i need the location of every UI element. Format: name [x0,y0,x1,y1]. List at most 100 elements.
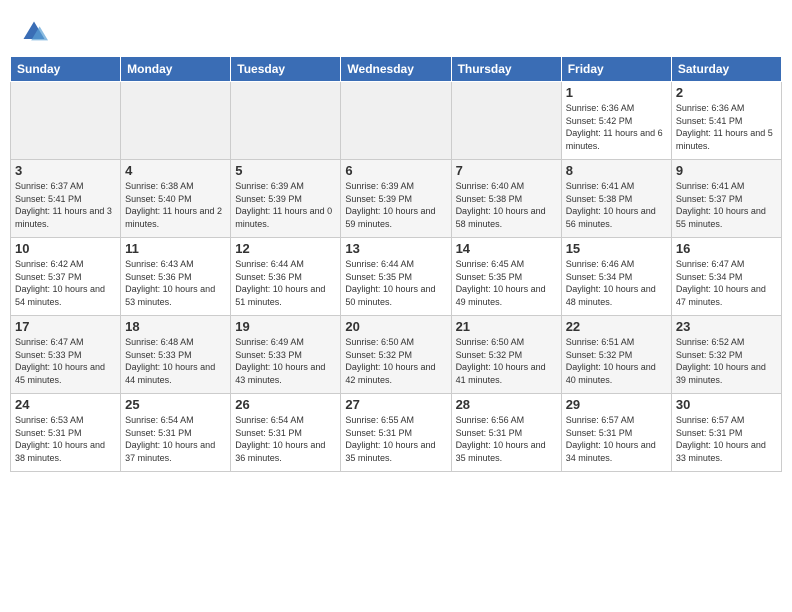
calendar-cell: 13 Sunrise: 6:44 AMSunset: 5:35 PMDayligh… [341,238,451,316]
calendar-cell: 16 Sunrise: 6:47 AMSunset: 5:34 PMDayligh… [671,238,781,316]
calendar-row: 1 Sunrise: 6:36 AMSunset: 5:42 PMDaylight… [11,82,782,160]
calendar-cell: 26 Sunrise: 6:54 AMSunset: 5:31 PMDayligh… [231,394,341,472]
day-info: Sunrise: 6:40 AMSunset: 5:38 PMDaylight:… [456,180,557,230]
day-number: 13 [345,241,446,256]
logo [20,18,52,46]
day-number: 28 [456,397,557,412]
calendar-cell: 3 Sunrise: 6:37 AMSunset: 5:41 PMDaylight… [11,160,121,238]
calendar-cell: 30Sunrise: 6:57 AMSunset: 5:31 PMDayligh… [671,394,781,472]
day-info: Sunrise: 6:46 AMSunset: 5:34 PMDaylight:… [566,258,667,308]
calendar-cell: 20 Sunrise: 6:50 AMSunset: 5:32 PMDayligh… [341,316,451,394]
day-info: Sunrise: 6:37 AMSunset: 5:41 PMDaylight:… [15,180,116,230]
day-info: Sunrise: 6:44 AMSunset: 5:35 PMDaylight:… [345,258,446,308]
calendar-cell: 8 Sunrise: 6:41 AMSunset: 5:38 PMDaylight… [561,160,671,238]
day-info: Sunrise: 6:43 AMSunset: 5:36 PMDaylight:… [125,258,226,308]
day-number: 29 [566,397,667,412]
calendar-cell: 23 Sunrise: 6:52 AMSunset: 5:32 PMDayligh… [671,316,781,394]
day-number: 5 [235,163,336,178]
day-info: Sunrise: 6:50 AMSunset: 5:32 PMDaylight:… [456,336,557,386]
calendar-cell: 12 Sunrise: 6:44 AMSunset: 5:36 PMDayligh… [231,238,341,316]
calendar-cell: 10Sunrise: 6:42 AMSunset: 5:37 PMDayligh… [11,238,121,316]
calendar-cell [121,82,231,160]
day-number: 10 [15,241,116,256]
day-number: 16 [676,241,777,256]
day-number: 26 [235,397,336,412]
day-info: Sunrise: 6:45 AMSunset: 5:35 PMDaylight:… [456,258,557,308]
day-info: Sunrise: 6:50 AMSunset: 5:32 PMDaylight:… [345,336,446,386]
day-info: Sunrise: 6:39 AMSunset: 5:39 PMDaylight:… [235,180,336,230]
day-number: 17 [15,319,116,334]
day-info: Sunrise: 6:53 AMSunset: 5:31 PMDaylight:… [15,414,116,464]
calendar-cell: 18 Sunrise: 6:48 AMSunset: 5:33 PMDayligh… [121,316,231,394]
calendar-cell: 27 Sunrise: 6:55 AMSunset: 5:31 PMDayligh… [341,394,451,472]
day-number: 18 [125,319,226,334]
calendar-cell: 15 Sunrise: 6:46 AMSunset: 5:34 PMDayligh… [561,238,671,316]
day-number: 21 [456,319,557,334]
calendar-cell: 4Sunrise: 6:38 AMSunset: 5:40 PMDaylight… [121,160,231,238]
calendar-header-monday: Monday [121,57,231,82]
day-info: Sunrise: 6:41 AMSunset: 5:37 PMDaylight:… [676,180,777,230]
day-info: Sunrise: 6:54 AMSunset: 5:31 PMDaylight:… [125,414,226,464]
calendar-cell: 24 Sunrise: 6:53 AMSunset: 5:31 PMDayligh… [11,394,121,472]
day-number: 15 [566,241,667,256]
day-number: 20 [345,319,446,334]
calendar-header-tuesday: Tuesday [231,57,341,82]
calendar-cell: 5 Sunrise: 6:39 AMSunset: 5:39 PMDaylight… [231,160,341,238]
day-info: Sunrise: 6:44 AMSunset: 5:36 PMDaylight:… [235,258,336,308]
day-info: Sunrise: 6:38 AMSunset: 5:40 PMDaylight:… [125,180,226,230]
day-info: Sunrise: 6:36 AMSunset: 5:42 PMDaylight:… [566,102,667,152]
calendar-cell: 14 Sunrise: 6:45 AMSunset: 5:35 PMDayligh… [451,238,561,316]
calendar-cell: 17 Sunrise: 6:47 AMSunset: 5:33 PMDayligh… [11,316,121,394]
day-info: Sunrise: 6:41 AMSunset: 5:38 PMDaylight:… [566,180,667,230]
day-number: 1 [566,85,667,100]
day-info: Sunrise: 6:47 AMSunset: 5:34 PMDaylight:… [676,258,777,308]
calendar-header-row: SundayMondayTuesdayWednesdayThursdayFrid… [11,57,782,82]
calendar-cell: 9 Sunrise: 6:41 AMSunset: 5:37 PMDaylight… [671,160,781,238]
day-number: 12 [235,241,336,256]
day-number: 24 [15,397,116,412]
day-info: Sunrise: 6:51 AMSunset: 5:32 PMDaylight:… [566,336,667,386]
calendar-row: 24 Sunrise: 6:53 AMSunset: 5:31 PMDayligh… [11,394,782,472]
day-number: 8 [566,163,667,178]
day-number: 19 [235,319,336,334]
calendar-header-wednesday: Wednesday [341,57,451,82]
calendar-header-friday: Friday [561,57,671,82]
day-info: Sunrise: 6:49 AMSunset: 5:33 PMDaylight:… [235,336,336,386]
calendar-header-thursday: Thursday [451,57,561,82]
calendar-cell [341,82,451,160]
calendar-cell: 1 Sunrise: 6:36 AMSunset: 5:42 PMDaylight… [561,82,671,160]
day-number: 30 [676,397,777,412]
calendar-cell: 11 Sunrise: 6:43 AMSunset: 5:36 PMDayligh… [121,238,231,316]
calendar-cell: 19 Sunrise: 6:49 AMSunset: 5:33 PMDayligh… [231,316,341,394]
day-number: 7 [456,163,557,178]
day-number: 14 [456,241,557,256]
day-info: Sunrise: 6:47 AMSunset: 5:33 PMDaylight:… [15,336,116,386]
calendar-cell: 2 Sunrise: 6:36 AMSunset: 5:41 PMDaylight… [671,82,781,160]
day-info: Sunrise: 6:52 AMSunset: 5:32 PMDaylight:… [676,336,777,386]
day-info: Sunrise: 6:57 AMSunset: 5:31 PMDaylight:… [566,414,667,464]
day-number: 23 [676,319,777,334]
day-info: Sunrise: 6:55 AMSunset: 5:31 PMDaylight:… [345,414,446,464]
day-info: Sunrise: 6:54 AMSunset: 5:31 PMDaylight:… [235,414,336,464]
calendar-table: SundayMondayTuesdayWednesdayThursdayFrid… [10,56,782,472]
calendar-cell: 25 Sunrise: 6:54 AMSunset: 5:31 PMDayligh… [121,394,231,472]
calendar-cell: 29 Sunrise: 6:57 AMSunset: 5:31 PMDayligh… [561,394,671,472]
calendar-header-sunday: Sunday [11,57,121,82]
day-number: 2 [676,85,777,100]
calendar-cell: 22Sunrise: 6:51 AMSunset: 5:32 PMDayligh… [561,316,671,394]
day-info: Sunrise: 6:56 AMSunset: 5:31 PMDaylight:… [456,414,557,464]
page-header [0,0,792,56]
day-info: Sunrise: 6:48 AMSunset: 5:33 PMDaylight:… [125,336,226,386]
calendar-row: 3 Sunrise: 6:37 AMSunset: 5:41 PMDaylight… [11,160,782,238]
day-number: 11 [125,241,226,256]
day-number: 3 [15,163,116,178]
calendar-cell: 21 Sunrise: 6:50 AMSunset: 5:32 PMDayligh… [451,316,561,394]
day-number: 9 [676,163,777,178]
calendar-header-saturday: Saturday [671,57,781,82]
day-number: 25 [125,397,226,412]
day-info: Sunrise: 6:39 AMSunset: 5:39 PMDaylight:… [345,180,446,230]
calendar-cell: 6Sunrise: 6:39 AMSunset: 5:39 PMDaylight… [341,160,451,238]
day-number: 27 [345,397,446,412]
calendar-row: 17 Sunrise: 6:47 AMSunset: 5:33 PMDayligh… [11,316,782,394]
day-info: Sunrise: 6:36 AMSunset: 5:41 PMDaylight:… [676,102,777,152]
